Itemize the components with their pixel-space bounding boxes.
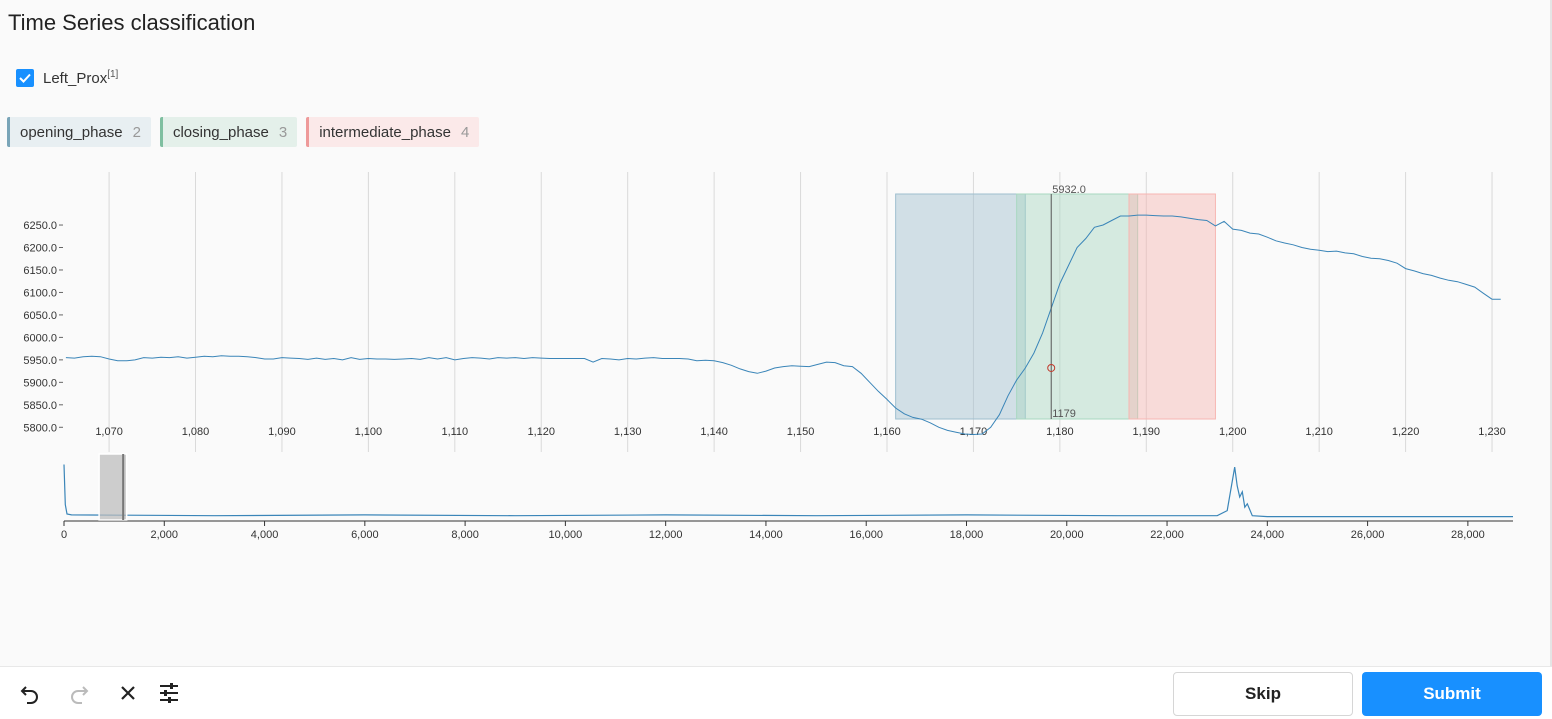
channel-label: Left_Prox[1]: [43, 69, 118, 87]
y-tick-label: 5950.0: [23, 355, 57, 367]
label-bar: opening_phase 2 closing_phase 3 intermed…: [7, 117, 480, 147]
x-tick-label: 1,120: [527, 426, 555, 438]
overview-line: [63, 464, 1513, 518]
settings-sliders-icon[interactable]: [157, 681, 181, 705]
overview-tick-label: 2,000: [151, 529, 179, 541]
x-tick-label: 1,190: [1133, 426, 1161, 438]
x-tick-label: 1,220: [1392, 426, 1420, 438]
x-tick-label: 1,130: [614, 426, 642, 438]
close-icon[interactable]: [116, 681, 140, 705]
overview-tick-label: 4,000: [251, 529, 279, 541]
x-tick-label: 1,150: [787, 426, 815, 438]
y-tick-label: 6200.0: [23, 243, 57, 255]
page-title: Time Series classification: [8, 10, 256, 35]
x-tick-label: 1,110: [441, 426, 468, 438]
label-name: opening_phase: [20, 123, 123, 141]
undo-icon[interactable]: [18, 681, 42, 705]
x-tick-label: 1,230: [1478, 426, 1506, 438]
y-tick-label: 6050.0: [23, 310, 57, 322]
label-name: closing_phase: [172, 123, 269, 141]
cursor-y-label: 5932.0: [1052, 184, 1086, 196]
channel-footnote: [1]: [107, 69, 119, 80]
label-hotkey: 2: [132, 123, 141, 141]
label-hotkey: 4: [460, 123, 470, 141]
cursor-x-label: 1179: [1052, 408, 1076, 420]
x-tick-label: 1,140: [700, 426, 728, 438]
y-tick-label: 6100.0: [23, 287, 57, 299]
overview-tick-label: 28,000: [1451, 529, 1485, 541]
overview-tick-label: 26,000: [1351, 529, 1385, 541]
x-tick-label: 1,160: [873, 426, 901, 438]
skip-button[interactable]: Skip: [1173, 672, 1353, 716]
region-closing-phase: [1016, 193, 1139, 420]
channel-name: Left_Prox: [43, 70, 108, 87]
overview-tick-label: 0: [61, 529, 67, 541]
x-tick-label: 1,070: [95, 426, 123, 438]
y-tick-label: 5850.0: [23, 400, 57, 412]
redo-icon[interactable]: [67, 681, 91, 705]
overview-tick-label: 6,000: [351, 529, 379, 541]
label-name: intermediate_phase: [319, 123, 451, 141]
y-tick-label: 6250.0: [23, 220, 57, 232]
overview-tick-label: 14,000: [749, 529, 783, 541]
region-intermediate-phase: [1128, 193, 1216, 420]
overview-tick-label: 16,000: [849, 529, 883, 541]
series-line: [65, 214, 1501, 436]
check-icon: [19, 73, 31, 83]
y-tick-label: 5800.0: [23, 422, 57, 434]
y-tick-label: 6150.0: [23, 265, 57, 277]
label-chip-opening-phase[interactable]: opening_phase 2: [7, 117, 151, 147]
y-tick-label: 5900.0: [23, 377, 57, 389]
overview-tick-label: 8,000: [451, 529, 479, 541]
x-tick-label: 1,210: [1305, 426, 1333, 438]
overview-tick-label: 24,000: [1250, 529, 1284, 541]
time-series-chart[interactable]: 1,070 1,080 1,090 1,100 1,110 1,120 1,130 1,140…: [0, 160, 1552, 560]
channel-toggle[interactable]: Left_Prox[1]: [16, 69, 118, 87]
submit-button[interactable]: Submit: [1362, 672, 1542, 716]
x-tick-label: 1,100: [355, 426, 383, 438]
y-tick-label: 6000.0: [23, 332, 57, 344]
overview-tick-label: 12,000: [649, 529, 683, 541]
overview-tick-label: 18,000: [950, 529, 984, 541]
region-opening-phase: [895, 193, 1026, 420]
label-hotkey: 3: [278, 123, 288, 141]
x-tick-label: 1,090: [268, 426, 296, 438]
label-chip-closing-phase[interactable]: closing_phase 3: [159, 117, 298, 147]
overview-tick-label: 20,000: [1050, 529, 1084, 541]
overview-tick-label: 10,000: [549, 529, 583, 541]
channel-checkbox[interactable]: [16, 69, 34, 87]
x-tick-label: 1,080: [182, 426, 210, 438]
x-tick-label: 1,200: [1219, 426, 1247, 438]
overview-tick-label: 22,000: [1150, 529, 1184, 541]
x-tick-label: 1,180: [1046, 426, 1074, 438]
bottom-toolbar: Skip Submit: [0, 666, 1552, 719]
label-chip-intermediate-phase[interactable]: intermediate_phase 4: [306, 117, 480, 147]
x-tick-label: 1,170: [960, 426, 988, 438]
